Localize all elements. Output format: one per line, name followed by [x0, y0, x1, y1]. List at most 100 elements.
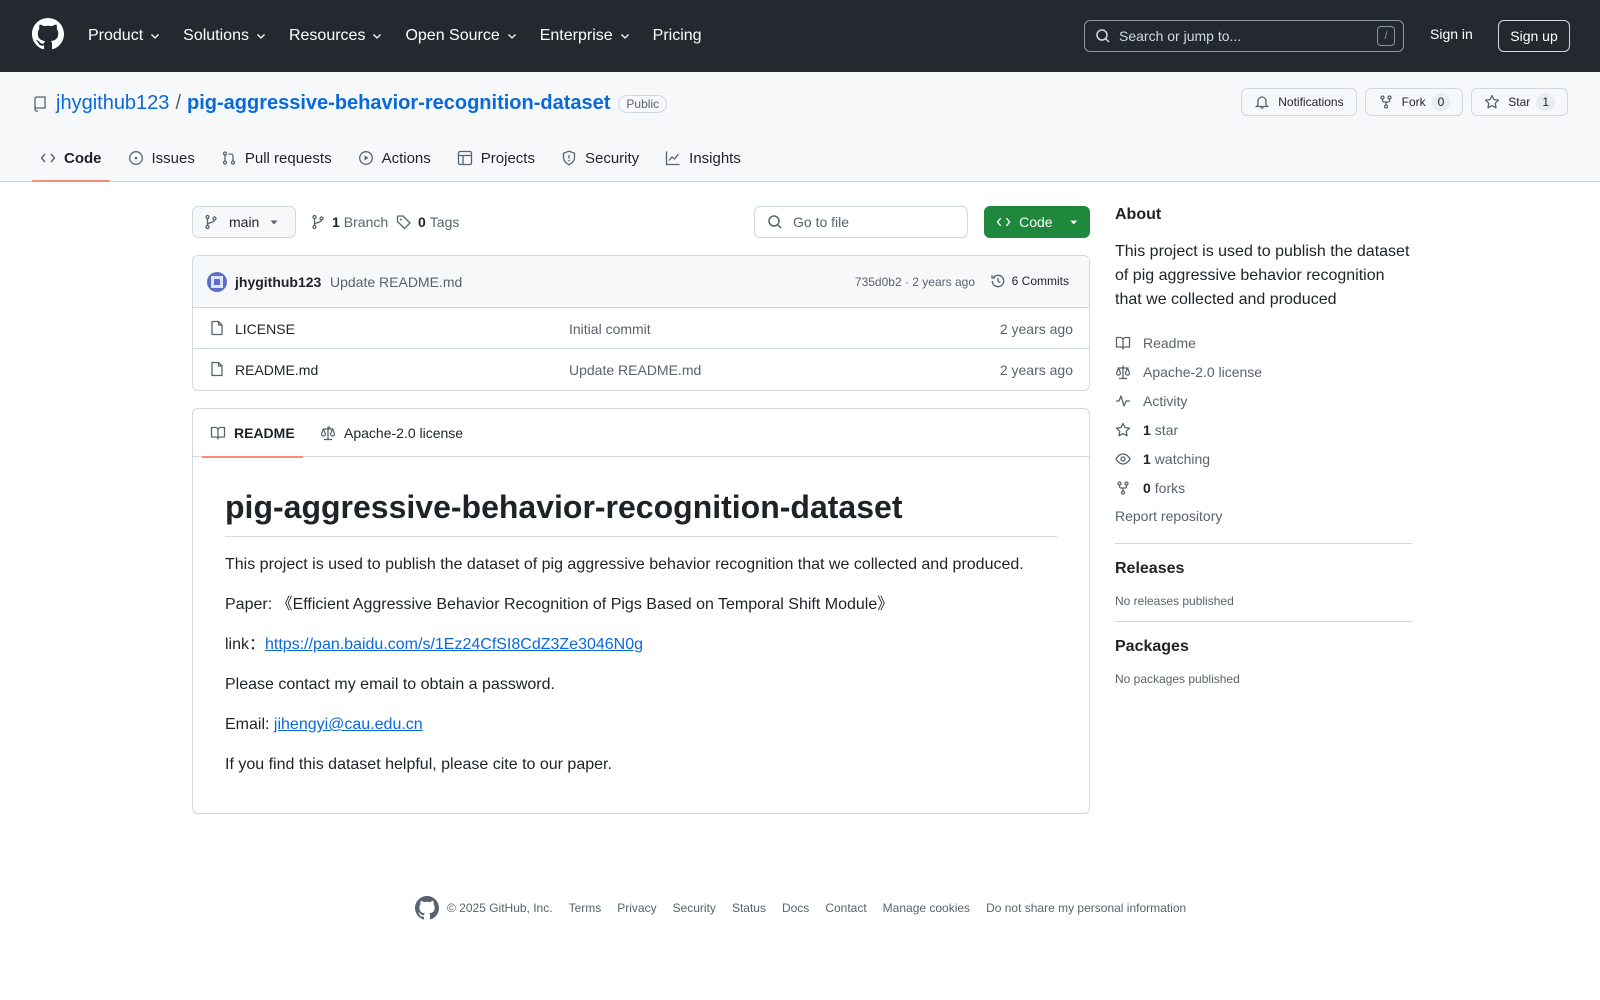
branch-name: main: [229, 214, 260, 230]
shield-icon: [562, 150, 576, 166]
branch-selector[interactable]: main: [192, 206, 296, 238]
bell-icon: [1255, 96, 1270, 109]
footer-link-privacy[interactable]: Privacy: [617, 901, 656, 915]
tab-code[interactable]: Code: [32, 134, 110, 182]
commits-link[interactable]: 6 Commits: [990, 273, 1069, 289]
email-link[interactable]: jihengyi@cau.edu.cn: [274, 716, 423, 733]
fork-icon: [1379, 95, 1392, 109]
tags-link[interactable]: 0 Tags: [396, 206, 459, 238]
report-repository-link[interactable]: Report repository: [1115, 502, 1412, 530]
repo-sidebar: About This project is used to publish th…: [1115, 206, 1412, 686]
tab-issues-label: Issues: [151, 149, 195, 167]
repo-name-link[interactable]: pig-aggressive-behavior-recognition-data…: [187, 92, 610, 115]
avatar[interactable]: [207, 272, 227, 292]
footer-link-security[interactable]: Security: [673, 901, 716, 915]
nav-resources[interactable]: Resources: [289, 27, 383, 45]
tab-pull-requests[interactable]: Pull requests: [213, 134, 340, 182]
code-button-label: Code: [1019, 214, 1053, 230]
sidebar-divider: [1115, 621, 1412, 622]
releases-empty-text: No releases published: [1115, 594, 1234, 608]
global-search-input[interactable]: Search or jump to... /: [1084, 20, 1404, 52]
github-logo-icon[interactable]: [32, 18, 64, 50]
file-list: jhygithub123 Update README.md 735d0b2 · …: [192, 255, 1090, 391]
stars-count: 1: [1143, 421, 1151, 438]
readme-body: pig-aggressive-behavior-recognition-data…: [193, 457, 1089, 777]
tab-actions[interactable]: Actions: [350, 134, 439, 182]
search-icon: [1096, 29, 1110, 43]
nav-solutions[interactable]: Solutions: [183, 27, 267, 45]
repo-path-separator: /: [175, 92, 181, 114]
footer-link-terms[interactable]: Terms: [569, 901, 602, 915]
search-icon: [768, 215, 782, 229]
footer-link-status[interactable]: Status: [732, 901, 766, 915]
tab-insights-label: Insights: [689, 149, 741, 167]
main-content: main 1 Branch 0 Tags Go to file Code jhy…: [192, 206, 1090, 814]
packages-heading[interactable]: Packages: [1115, 638, 1412, 656]
tab-projects[interactable]: Projects: [449, 134, 543, 182]
history-icon: [991, 274, 1004, 288]
nav-open-source[interactable]: Open Source: [405, 27, 517, 45]
nav-pricing[interactable]: Pricing: [653, 27, 702, 45]
sign-in-link[interactable]: Sign in: [1430, 26, 1473, 42]
notifications-button[interactable]: Notifications: [1241, 88, 1357, 116]
file-row[interactable]: README.md Update README.md 2 years ago: [193, 349, 1089, 390]
repo-owner-link[interactable]: jhygithub123: [56, 92, 169, 115]
stars-link[interactable]: 1 star: [1115, 415, 1412, 444]
tab-projects-label: Projects: [480, 149, 535, 167]
releases-heading[interactable]: Releases: [1115, 560, 1412, 578]
license-link[interactable]: Apache-2.0 license: [1115, 357, 1412, 386]
footer-copyright: © 2025 GitHub, Inc.: [447, 901, 553, 915]
file-icon: [211, 361, 223, 377]
file-name-link[interactable]: README.md: [235, 362, 318, 378]
code-icon: [40, 153, 56, 163]
footer-link-do-not-share[interactable]: Do not share my personal information: [986, 901, 1186, 915]
readme-panel: README Apache-2.0 license pig-aggressive…: [192, 408, 1090, 814]
commit-message-link[interactable]: Update README.md: [330, 274, 462, 290]
activity-link-label: Activity: [1143, 392, 1188, 409]
stars-label: star: [1154, 421, 1179, 438]
commit-author-link[interactable]: jhygithub123: [235, 274, 321, 290]
footer-link-manage-cookies[interactable]: Manage cookies: [883, 901, 970, 915]
site-footer: © 2025 GitHub, Inc. Terms Privacy Securi…: [415, 896, 1186, 920]
branches-link[interactable]: 1 Branch: [310, 206, 388, 238]
star-label: Star: [1508, 95, 1531, 109]
nav-product[interactable]: Product: [88, 27, 161, 45]
readme-link[interactable]: Readme: [1115, 328, 1412, 357]
tab-security[interactable]: Security: [553, 134, 647, 182]
sign-up-button[interactable]: Sign up: [1498, 20, 1570, 52]
repo-tabs: Code Issues Pull requests Actions Projec…: [32, 134, 759, 182]
star-button[interactable]: Star 1: [1471, 88, 1568, 116]
graph-icon: [666, 151, 680, 166]
pulse-icon: [1116, 394, 1130, 407]
file-age: 2 years ago: [999, 321, 1073, 337]
watchers-link[interactable]: 1 watching: [1115, 444, 1412, 473]
chevron-down-icon: [507, 34, 516, 39]
nav-open-source-label: Open Source: [405, 27, 500, 44]
tab-readme[interactable]: README: [202, 409, 303, 458]
tab-insights[interactable]: Insights: [657, 134, 749, 182]
tab-security-label: Security: [584, 149, 640, 167]
nav-enterprise-label: Enterprise: [539, 27, 613, 44]
go-to-file-input[interactable]: Go to file: [754, 206, 968, 238]
notifications-label: Notifications: [1278, 95, 1344, 109]
forks-link[interactable]: 0 forks: [1115, 473, 1412, 502]
sidebar-divider: [1115, 543, 1412, 544]
book-icon: [1115, 336, 1131, 350]
tab-license[interactable]: Apache-2.0 license: [320, 409, 463, 457]
nav-enterprise[interactable]: Enterprise: [540, 27, 631, 45]
file-commit-message[interactable]: Update README.md: [569, 362, 701, 378]
fork-button[interactable]: Fork 0: [1364, 88, 1464, 116]
pull-request-icon: [222, 151, 236, 165]
file-name-link[interactable]: LICENSE: [235, 321, 295, 337]
file-commit-message[interactable]: Initial commit: [569, 321, 651, 337]
code-button[interactable]: Code: [984, 206, 1090, 238]
commit-hash-age[interactable]: 735d0b2 · 2 years ago: [855, 275, 975, 289]
dataset-link[interactable]: https://pan.baidu.com/s/1Ez24CfSI8CdZ3Ze…: [265, 636, 643, 653]
file-row[interactable]: LICENSE Initial commit 2 years ago: [193, 308, 1089, 349]
tab-issues[interactable]: Issues: [120, 134, 203, 182]
footer-link-docs[interactable]: Docs: [782, 901, 809, 915]
license-link-label: Apache-2.0 license: [1143, 363, 1263, 380]
star-icon: [1485, 94, 1500, 109]
activity-link[interactable]: Activity: [1115, 386, 1412, 415]
footer-link-contact[interactable]: Contact: [825, 901, 866, 915]
